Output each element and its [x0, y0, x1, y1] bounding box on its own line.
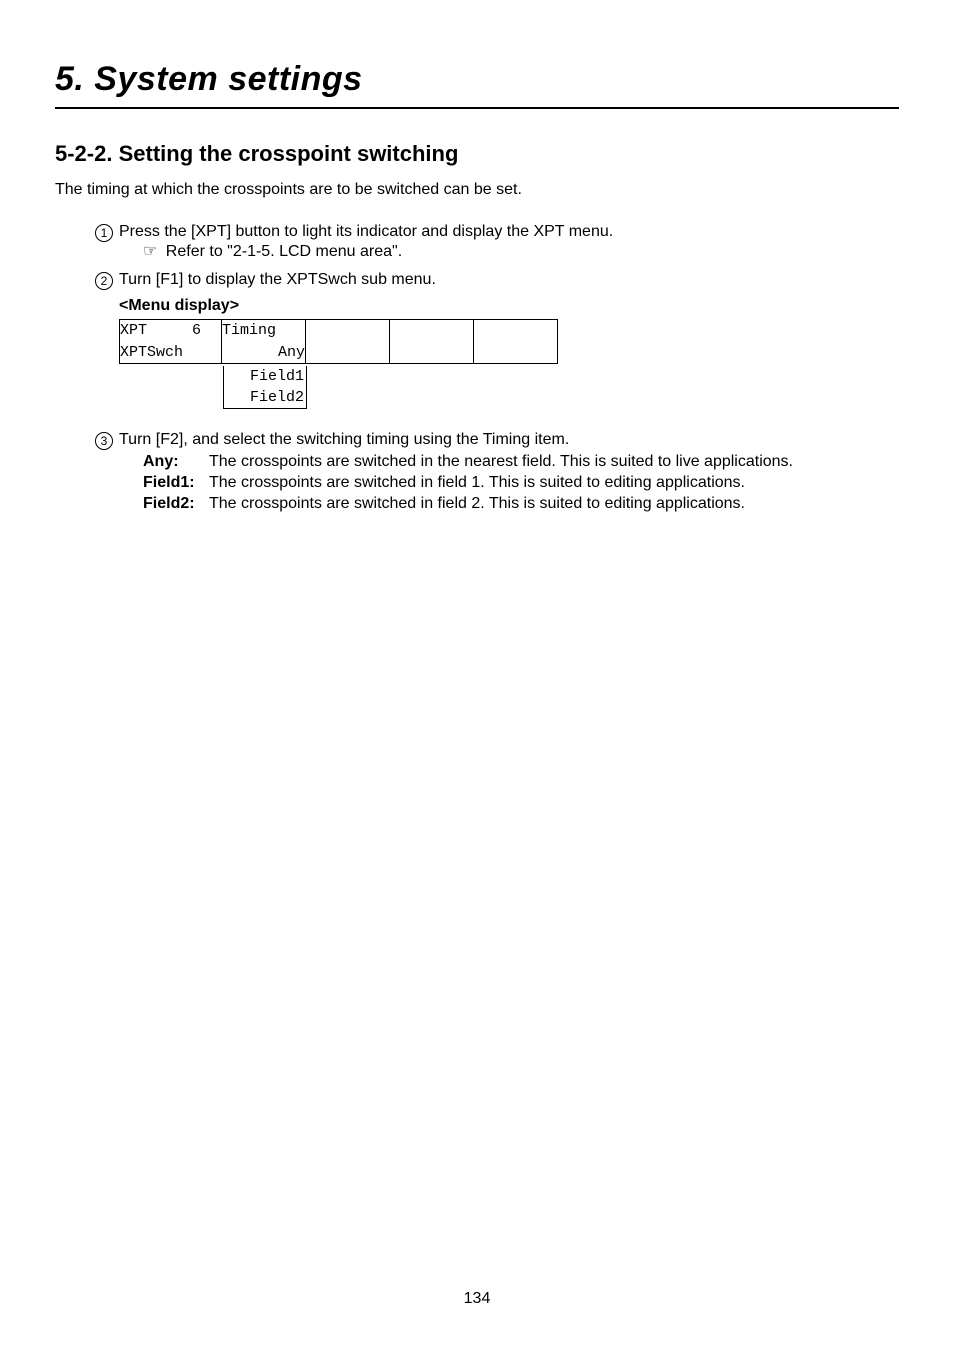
page-number: 134 — [0, 1290, 954, 1308]
chapter-rule — [55, 107, 899, 109]
menu-r1c3 — [306, 320, 390, 342]
def-field2-term: Field2: — [143, 495, 209, 513]
dropdown-option-field2: Field2 — [224, 387, 306, 408]
menu-row-2: XPTSwch Any — [120, 342, 558, 364]
menu-r2c3 — [306, 342, 390, 364]
section-number: 5-2-2. — [55, 141, 112, 166]
def-field1: Field1: The crosspoints are switched in … — [143, 474, 899, 492]
step-1-number: 1 — [95, 224, 113, 242]
menu-r2c2: Any — [222, 342, 306, 364]
definition-list: Any: The crosspoints are switched in the… — [143, 453, 899, 513]
pointer-icon: ☞ — [143, 243, 157, 260]
def-field2: Field2: The crosspoints are switched in … — [143, 495, 899, 513]
def-any-desc: The crosspoints are switched in the near… — [209, 453, 899, 471]
section-title: 5-2-2. Setting the crosspoint switching — [55, 141, 899, 167]
step-list: 1 Press the [XPT] button to light its in… — [55, 223, 899, 516]
menu-r2c5 — [474, 342, 558, 364]
def-any-term: Any: — [143, 453, 209, 471]
step-3-number: 3 — [95, 432, 113, 450]
def-field1-desc: The crosspoints are switched in field 1.… — [209, 474, 899, 492]
menu-display-table: XPT 6 Timing XPTSwch Any — [119, 319, 558, 364]
menu-r1c5 — [474, 320, 558, 342]
step-2-text: Turn [F1] to display the XPTSwch sub men… — [119, 271, 436, 288]
step-3: 3 Turn [F2], and select the switching ti… — [95, 431, 899, 516]
menu-r1c2: Timing — [222, 320, 306, 342]
menu-r2c4 — [390, 342, 474, 364]
menu-r2c1: XPTSwch — [120, 342, 222, 364]
step-1: 1 Press the [XPT] button to light its in… — [95, 223, 899, 267]
step-3-text: Turn [F2], and select the switching timi… — [119, 431, 569, 448]
step-2-number: 2 — [95, 272, 113, 290]
def-field2-desc: The crosspoints are switched in field 2.… — [209, 495, 899, 513]
dropdown-option-field1: Field1 — [224, 366, 306, 387]
step-1-sub-text: Refer to "2-1-5. LCD menu area". — [166, 243, 402, 260]
menu-dropdown-options: Field1 Field2 — [223, 366, 307, 409]
menu-r1c1: XPT 6 — [120, 320, 222, 342]
def-field1-term: Field1: — [143, 474, 209, 492]
chapter-title: 5. System settings — [55, 60, 899, 99]
step-1-sub: ☞ Refer to "2-1-5. LCD menu area". — [143, 241, 899, 261]
section-heading: Setting the crosspoint switching — [119, 141, 459, 166]
intro-text: The timing at which the crosspoints are … — [55, 181, 899, 199]
step-1-text: Press the [XPT] button to light its indi… — [119, 223, 613, 240]
step-2: 2 Turn [F1] to display the XPTSwch sub m… — [95, 271, 899, 409]
menu-display-label: <Menu display> — [119, 297, 899, 315]
menu-row-1: XPT 6 Timing — [120, 320, 558, 342]
def-any: Any: The crosspoints are switched in the… — [143, 453, 899, 471]
menu-r1c4 — [390, 320, 474, 342]
